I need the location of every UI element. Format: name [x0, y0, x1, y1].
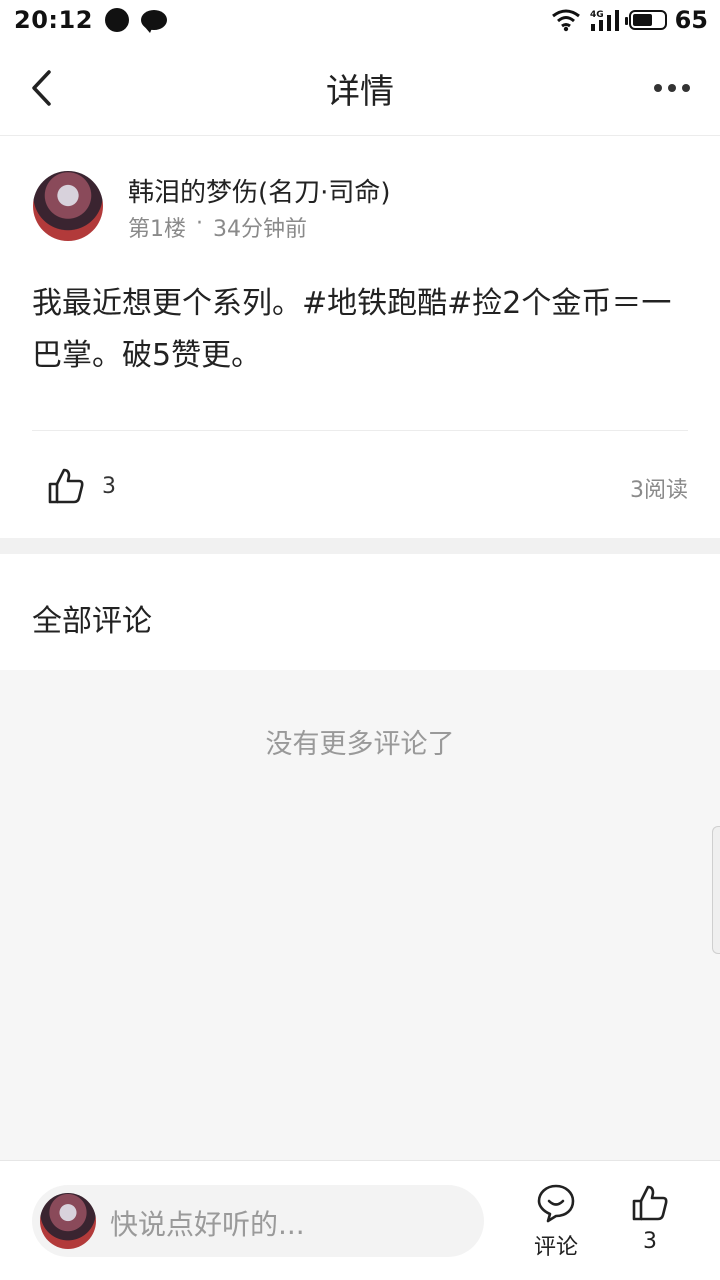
thumbs-up-icon — [48, 468, 84, 504]
page-title: 详情 — [326, 72, 394, 112]
more-dots-icon — [682, 84, 690, 92]
more-dots-icon — [668, 84, 676, 92]
author-avatar[interactable] — [33, 171, 103, 241]
top-nav-bar: 详情 — [0, 40, 720, 136]
comments-title: 全部评论 — [32, 604, 152, 639]
comments-section-header: 全部评论 — [0, 554, 720, 670]
chat-notification-icon — [140, 10, 167, 33]
wifi-icon — [551, 9, 580, 32]
like-count: 3 — [102, 473, 116, 499]
bottom-like-count: 3 — [643, 1229, 657, 1254]
divider — [32, 430, 688, 431]
floor-label: 第1楼 — [128, 217, 186, 242]
battery-level: 65 — [674, 6, 708, 34]
author-name[interactable]: 韩泪的梦伤(名刀·司命) — [128, 172, 391, 209]
network-type-label: 4G — [590, 10, 604, 20]
comments-list[interactable]: 没有更多评论了 — [0, 670, 720, 1160]
post-content: 我最近想更个系列。#地铁跑酷#捡2个金币＝一巴掌。破5赞更。 — [32, 286, 672, 373]
meta-separator: · — [196, 211, 203, 236]
no-more-comments-text: 没有更多评论了 — [265, 729, 455, 760]
cellular-signal-icon: 4G — [590, 10, 619, 31]
post-card: 韩泪的梦伤(名刀·司命) 第1楼 · 34分钟前 我最近想更个系列。#地铁跑酷#… — [0, 136, 720, 538]
notification-icon — [104, 8, 129, 32]
post-time: 34分钟前 — [213, 217, 307, 242]
more-dots-icon — [654, 84, 662, 92]
comment-bubble-icon — [537, 1184, 575, 1223]
comment-button-label: 评论 — [533, 1235, 578, 1260]
battery-icon — [624, 10, 667, 30]
read-count: 3阅读 — [630, 478, 688, 503]
comment-input[interactable]: 快说点好听的... — [32, 1185, 484, 1257]
status-bar: 20:12 4G 65 — [0, 0, 720, 40]
like-button[interactable]: 3 — [46, 466, 116, 506]
post-detail-page: 20:12 4G 65 详情 韩泪的梦伤(名刀·司命) 第1楼 · 34分钟前 … — [0, 0, 720, 1280]
bottom-action-bar: 快说点好听的... 评论 3 — [0, 1160, 720, 1280]
comment-button[interactable]: 评论 — [526, 1183, 586, 1261]
status-time: 20:12 — [14, 6, 93, 34]
thumbs-up-icon — [632, 1185, 668, 1221]
bottom-like-button[interactable]: 3 — [622, 1183, 678, 1254]
user-avatar — [40, 1193, 96, 1249]
side-drawer-handle[interactable] — [712, 826, 720, 954]
post-meta: 第1楼 · 34分钟前 — [128, 211, 307, 243]
section-separator — [0, 538, 720, 554]
comment-input-placeholder: 快说点好听的... — [110, 1208, 305, 1241]
more-options-button[interactable] — [644, 66, 700, 110]
